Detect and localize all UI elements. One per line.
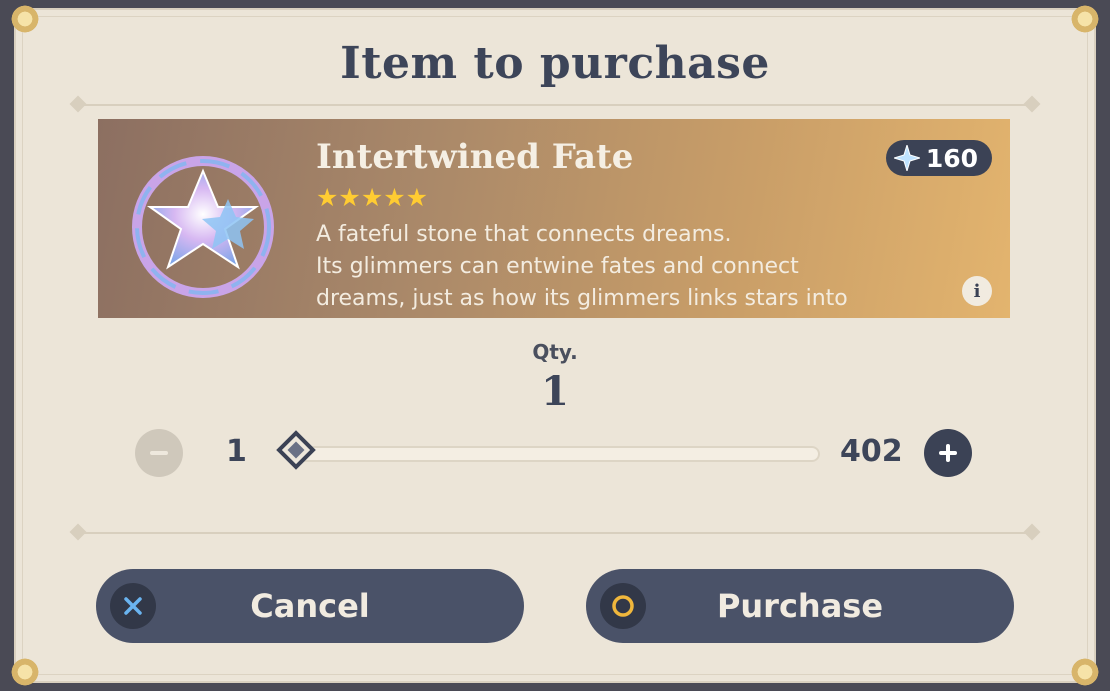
slider-max-value: 402: [840, 434, 903, 469]
info-icon[interactable]: i: [962, 276, 992, 306]
corner-ornament: [1068, 2, 1102, 36]
quantity-slider-thumb[interactable]: [276, 430, 316, 470]
slider-min-value: 1: [226, 434, 247, 469]
item-name: Intertwined Fate: [316, 137, 634, 177]
plus-icon: [939, 444, 957, 462]
description-line: A fateful stone that connects dreams.: [316, 222, 732, 247]
price-badge: 160: [885, 140, 992, 176]
divider: [74, 532, 1036, 534]
quantity-value: 1: [541, 368, 569, 415]
primogem-icon: [893, 145, 920, 171]
corner-ornament: [1068, 655, 1102, 689]
quantity-slider-track[interactable]: [290, 446, 820, 462]
price-value: 160: [925, 143, 978, 173]
rarity-stars: ★★★★★: [316, 183, 429, 212]
cancel-button[interactable]: Cancel: [96, 569, 524, 643]
quantity-label: Qty.: [532, 340, 578, 364]
decrease-button[interactable]: [135, 429, 183, 477]
purchase-button[interactable]: Purchase: [586, 569, 1014, 643]
intertwined-fate-icon: [132, 156, 274, 298]
description-line: dreams, just as how its glimmers links s…: [316, 286, 848, 311]
cancel-label: Cancel: [250, 587, 370, 625]
cancel-icon: [110, 583, 156, 629]
corner-ornament: [8, 655, 42, 689]
corner-ornament: [8, 2, 42, 36]
dialog-title: Item to purchase: [340, 38, 770, 89]
item-description: A fateful stone that connects dreams. It…: [316, 219, 966, 315]
divider: [74, 104, 1036, 106]
description-line: Its glimmers can entwine fates and conne…: [316, 254, 799, 279]
increase-button[interactable]: [924, 429, 972, 477]
slider-thumb-core: [287, 441, 305, 459]
purchase-dialog: Item to purchase Intertwined Fate ★★★★★ …: [8, 2, 1102, 689]
purchase-label: Purchase: [716, 587, 884, 625]
item-card: Intertwined Fate ★★★★★ A fateful stone t…: [98, 119, 1010, 318]
confirm-icon: [600, 583, 646, 629]
minus-icon: [150, 451, 168, 455]
